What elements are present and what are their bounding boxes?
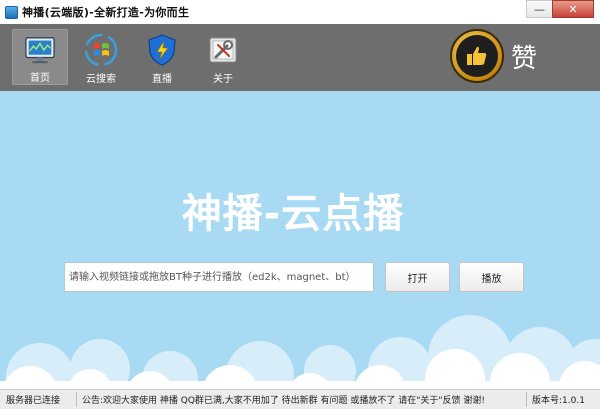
toolbar: 首页 云搜索 直播 关于 赞	[0, 24, 600, 91]
version-label: 版本号:1.0.1	[532, 396, 585, 406]
like-label: 赞	[510, 44, 537, 74]
window-controls: — ✕	[526, 0, 594, 20]
clouds-decoration	[0, 315, 600, 389]
open-button[interactable]: 打开	[385, 262, 450, 292]
toolbar-about-button[interactable]: 关于	[195, 29, 251, 85]
app-icon	[5, 5, 18, 19]
notice-text: 公告:欢迎大家使用 神播 QQ群已满,大家不用加了 待出新群 有问题 或播放不了…	[82, 396, 485, 406]
main-panel: 神播-云点播 打开 播放	[0, 91, 600, 389]
connection-status: 服务器已连接	[6, 396, 61, 406]
minimize-button[interactable]: —	[526, 0, 552, 18]
url-input[interactable]	[64, 262, 374, 292]
status-divider	[526, 392, 527, 407]
close-button[interactable]: ✕	[552, 0, 594, 18]
monitor-icon	[25, 37, 55, 64]
status-divider	[76, 392, 77, 407]
toolbar-about-label: 关于	[213, 74, 233, 85]
toolbar-cloud-search-label: 云搜索	[86, 74, 116, 85]
like-button[interactable]	[450, 29, 504, 83]
title-bar: 神播(云端版)-全新打造-为你而生 — ✕	[0, 0, 600, 24]
toolbar-cloud-search-button[interactable]: 云搜索	[73, 29, 129, 85]
app-window: 神播(云端版)-全新打造-为你而生 — ✕ 首页 云搜索 直播 关于 赞 神播-…	[0, 0, 600, 409]
page-title: 神播-云点播	[181, 191, 405, 237]
play-button[interactable]: 播放	[459, 262, 524, 292]
toolbar-live-label: 直播	[152, 74, 172, 85]
shield-icon	[148, 34, 176, 66]
tools-icon	[209, 37, 237, 63]
window-title: 神播(云端版)-全新打造-为你而生	[22, 6, 190, 19]
thumbs-up-icon	[467, 46, 487, 65]
toolbar-live-button[interactable]: 直播	[134, 29, 190, 85]
status-bar: 服务器已连接 公告:欢迎大家使用 神播 QQ群已满,大家不用加了 待出新群 有问…	[0, 389, 600, 409]
toolbar-home-button[interactable]: 首页	[12, 29, 68, 85]
windows-logo-icon	[84, 33, 118, 67]
toolbar-home-label: 首页	[30, 73, 50, 84]
